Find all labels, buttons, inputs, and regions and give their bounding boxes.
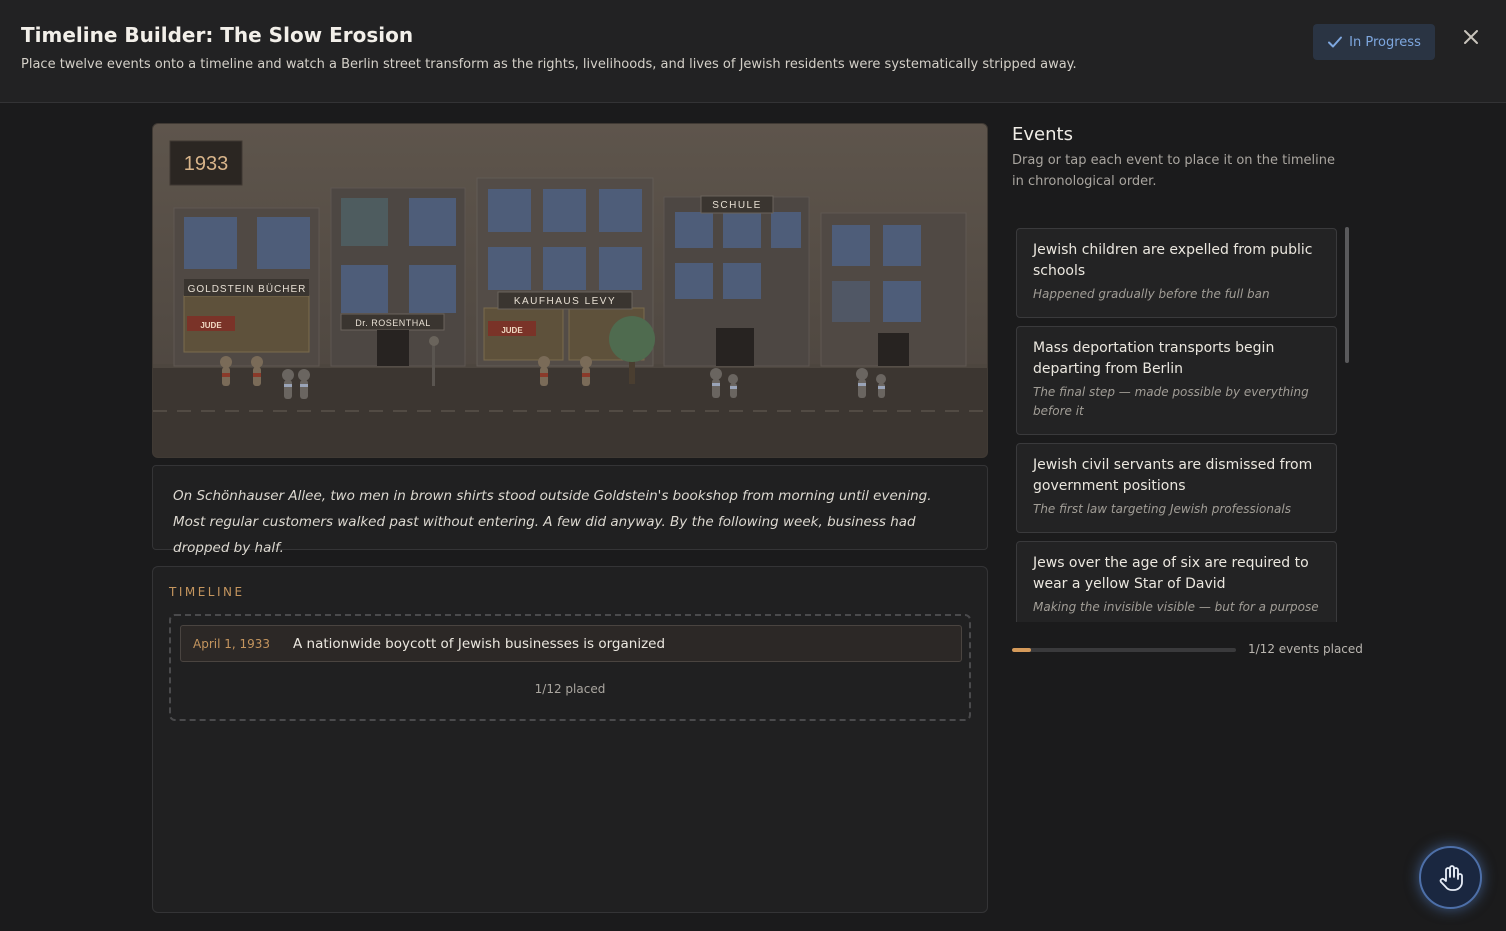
- page-title: Timeline Builder: The Slow Erosion: [21, 23, 414, 47]
- events-description: Drag or tap each event to place it on th…: [1012, 153, 1335, 189]
- events-list: Jewish children are expelled from public…: [1012, 226, 1352, 622]
- timeline-label: TIMELINE: [169, 585, 245, 599]
- jude-sign-1: JUDE: [200, 321, 222, 330]
- event-card[interactable]: Mass deportation transports begin depart…: [1016, 326, 1337, 435]
- jude-sign-2: JUDE: [501, 326, 523, 335]
- event-title: Jewish children are expelled from public…: [1033, 242, 1313, 279]
- placed-event[interactable]: April 1, 1933 A nationwide boycott of Je…: [180, 625, 962, 662]
- progress-bar: [1012, 648, 1236, 652]
- narrative-text: On Schönhauser Allee, two men in brown s…: [152, 465, 988, 556]
- event-title: Jewish civil servants are dismissed from…: [1033, 457, 1313, 494]
- year-badge: 1933: [184, 153, 229, 175]
- sign-rosenthal: Dr. ROSENTHAL: [355, 318, 431, 328]
- hand-tool-button[interactable]: [1419, 846, 1482, 909]
- school: SCHULE: [663, 195, 810, 367]
- placed-event-date: April 1, 1933: [193, 636, 271, 651]
- timeline-dropzone[interactable]: April 1, 1933 A nationwide boycott of Je…: [169, 614, 971, 721]
- goldstein-bookshop: GOLDSTEIN BÜCHER JUDE: [173, 207, 320, 367]
- street-scene: GOLDSTEIN BÜCHER JUDE Dr. ROSENTHAL KAUF…: [152, 123, 988, 458]
- sign-goldstein: GOLDSTEIN BÜCHER: [188, 283, 307, 295]
- progress-label: 1/12 events placed: [1248, 642, 1363, 656]
- event-card[interactable]: Jews over the age of six are required to…: [1016, 541, 1337, 622]
- event-card[interactable]: Jewish civil servants are dismissed from…: [1016, 443, 1337, 533]
- rosenthal-practice: Dr. ROSENTHAL: [330, 187, 466, 367]
- page-subtitle: Place twelve events onto a timeline and …: [21, 57, 1077, 72]
- sign-kaufhaus: KAUFHAUS LEVY: [514, 296, 616, 307]
- hand-icon: [1439, 864, 1463, 891]
- header: Timeline Builder: The Slow Erosion Place…: [0, 0, 1506, 103]
- status-label: In Progress: [1349, 34, 1421, 50]
- event-hint: Happened gradually before the full ban: [1033, 287, 1270, 301]
- progress-fill: [1012, 648, 1031, 652]
- events-scrollbar[interactable]: [1345, 227, 1349, 363]
- event-hint: The first law targeting Jewish professio…: [1033, 502, 1291, 516]
- event-card[interactable]: Jewish children are expelled from public…: [1016, 228, 1337, 318]
- check-icon: [1328, 36, 1343, 48]
- event-title: Mass deportation transports begin depart…: [1033, 340, 1275, 377]
- timeline-panel: TIMELINE April 1, 1933 A nationwide boyc…: [152, 566, 988, 913]
- apartment: [820, 212, 967, 367]
- events-title: Events: [1012, 124, 1073, 145]
- placed-count: 1/12 placed: [534, 682, 606, 696]
- sign-schule: SCHULE: [712, 200, 762, 211]
- close-button[interactable]: [1459, 25, 1483, 49]
- status-badge: In Progress: [1313, 24, 1435, 60]
- event-hint: Making the invisible visible — but for a…: [1033, 600, 1319, 614]
- event-title: Jews over the age of six are required to…: [1033, 555, 1309, 592]
- close-icon: [1464, 30, 1478, 44]
- event-hint: The final step — made possible by everyt…: [1033, 385, 1309, 418]
- placed-event-text: A nationwide boycott of Jewish businesse…: [293, 635, 666, 652]
